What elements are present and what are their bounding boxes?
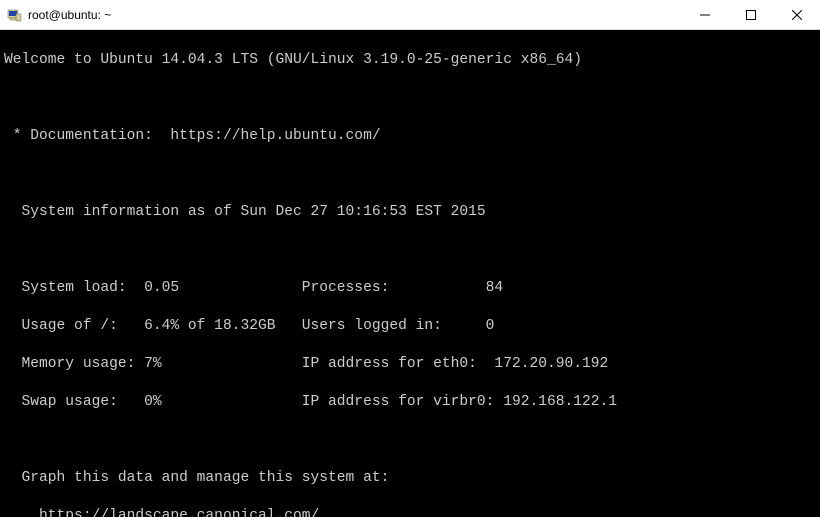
- sysinfo-header: System information as of Sun Dec 27 10:1…: [4, 204, 486, 220]
- stat-line-2: Usage of /: 6.4% of 18.32GB Users logged…: [4, 318, 494, 334]
- stat-line-3: Memory usage: 7% IP address for eth0: 17…: [4, 356, 608, 372]
- terminal-output[interactable]: Welcome to Ubuntu 14.04.3 LTS (GNU/Linux…: [0, 30, 820, 517]
- window-title: root@ubuntu: ~: [28, 8, 111, 22]
- stat-line-1: System load: 0.05 Processes: 84: [4, 280, 503, 296]
- stat-line-4: Swap usage: 0% IP address for virbr0: 19…: [4, 394, 617, 410]
- window-controls: [682, 0, 820, 29]
- graph-line-2: https://landscape.canonical.com/: [4, 508, 319, 517]
- graph-line-1: Graph this data and manage this system a…: [4, 470, 389, 486]
- welcome-line: Welcome to Ubuntu 14.04.3 LTS (GNU/Linux…: [4, 52, 582, 68]
- close-button[interactable]: [774, 0, 820, 29]
- maximize-button[interactable]: [728, 0, 774, 29]
- minimize-button[interactable]: [682, 0, 728, 29]
- window-titlebar: root@ubuntu: ~: [0, 0, 820, 30]
- putty-icon: [6, 7, 22, 23]
- docs-line: * Documentation: https://help.ubuntu.com…: [4, 128, 381, 144]
